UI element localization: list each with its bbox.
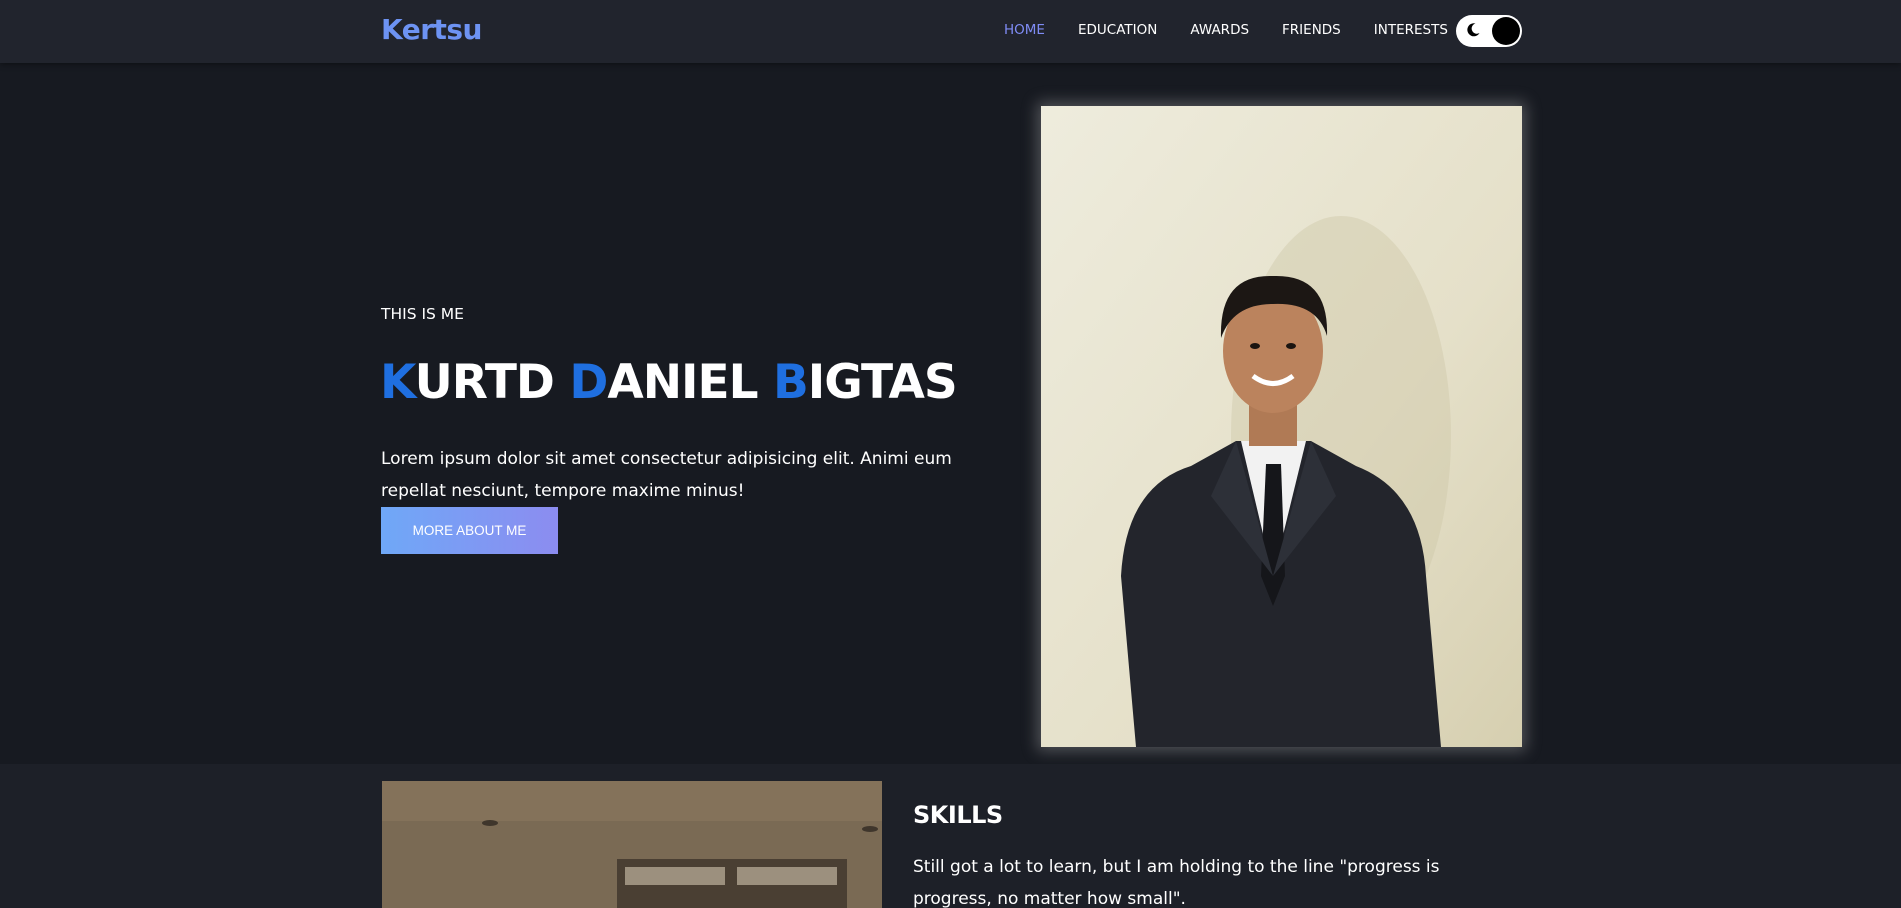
skills-description: Still got a lot to learn, but I am holdi…	[913, 857, 1440, 908]
more-about-me-button[interactable]: MORE ABOUT ME	[381, 507, 558, 554]
theme-toggle[interactable]	[1456, 15, 1522, 47]
hero-name: KURTD DANIEL BIGTAS	[380, 355, 958, 410]
name-rest: ANIEL	[607, 355, 758, 410]
site-logo[interactable]: Kertsu	[381, 13, 483, 46]
navbar: Kertsu HOME EDUCATION AWARDS FRIENDS INT…	[0, 0, 1901, 63]
nav-link-education[interactable]: EDUCATION	[1078, 22, 1157, 38]
name-capital: D	[569, 355, 608, 410]
nav-links: HOME EDUCATION AWARDS FRIENDS INTERESTS	[1004, 22, 1448, 38]
nav-link-interests[interactable]: INTERESTS	[1374, 22, 1448, 38]
nav-link-awards[interactable]: AWARDS	[1190, 22, 1249, 38]
hero-intro: THIS IS ME	[381, 305, 464, 323]
name-capital: K	[380, 355, 416, 410]
toggle-knob	[1492, 17, 1520, 45]
moon-icon	[1465, 22, 1483, 40]
nav-link-friends[interactable]: FRIENDS	[1282, 22, 1341, 38]
name-rest: URTD	[414, 355, 555, 410]
nav-link-home[interactable]: HOME	[1004, 22, 1045, 38]
name-capital: B	[772, 355, 809, 410]
skills-title: SKILLS	[913, 801, 1003, 829]
name-rest: IGTAS	[807, 355, 958, 410]
hero-description: Lorem ipsum dolor sit amet consectetur a…	[381, 449, 952, 501]
skills-photo	[382, 781, 882, 908]
profile-photo	[1041, 106, 1522, 747]
